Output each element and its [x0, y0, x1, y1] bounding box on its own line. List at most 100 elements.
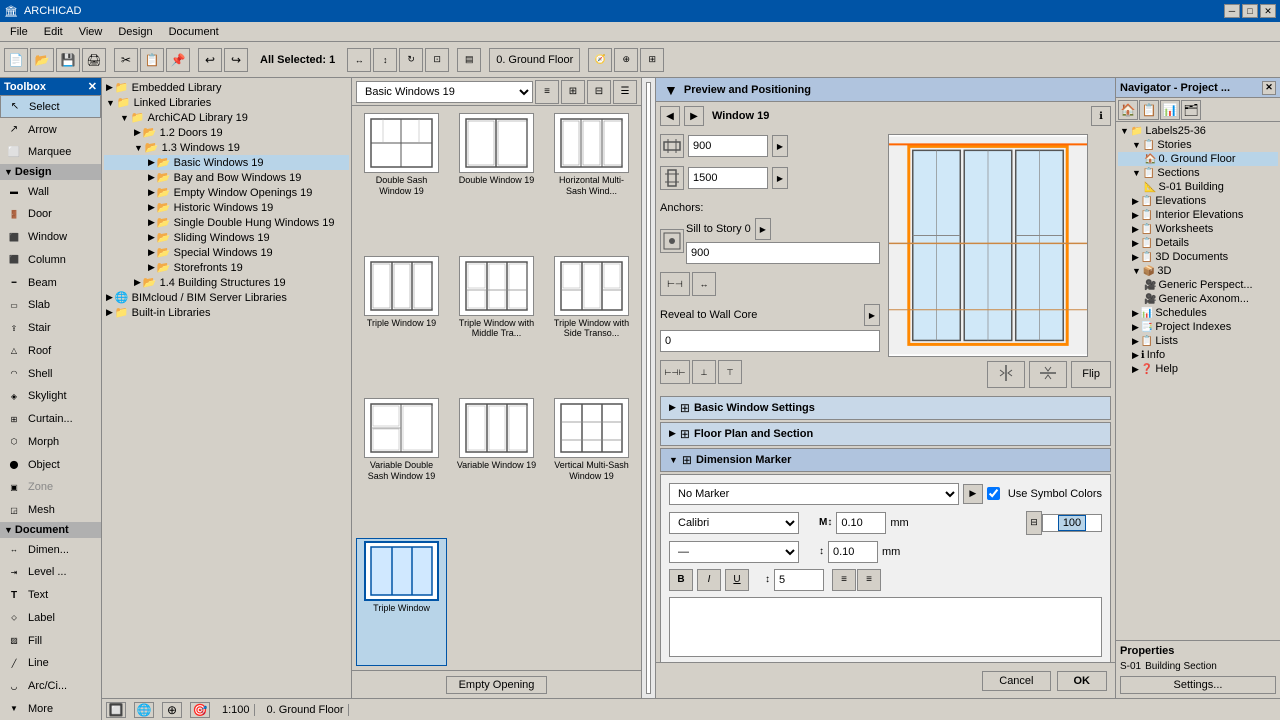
tool-door[interactable]: 🚪 Door [0, 203, 101, 226]
align-btn3[interactable]: ⊢⊣⊢ [660, 360, 690, 384]
reveal-input[interactable]: 0 [660, 330, 880, 352]
sill-input[interactable]: 900 [686, 242, 880, 264]
empty-opening-btn[interactable]: Empty Opening [446, 676, 548, 694]
flip-horiz-btn[interactable] [987, 361, 1025, 388]
tool-dimen[interactable]: ↔ Dimen... [0, 538, 101, 561]
gallery-view-list[interactable]: ≡ [535, 80, 559, 104]
align-btn1[interactable]: ⊢⊣ [660, 272, 690, 296]
tool-mesh[interactable]: ◲ Mesh [0, 499, 101, 522]
floor-plan-section[interactable]: ▶ ⊞ Floor Plan and Section [660, 422, 1111, 446]
status-btn3[interactable]: ⊕ [162, 702, 182, 718]
nav-ground-floor[interactable]: 🏠 0. Ground Floor [1118, 152, 1278, 166]
font-select[interactable]: Calibri [669, 512, 799, 534]
paste-btn[interactable]: 📌 [166, 48, 190, 72]
gallery-item-doublesash[interactable]: Double Sash Window 19 [356, 110, 447, 249]
height-arrow-btn[interactable]: ▶ [772, 167, 788, 189]
nav-tb-btn1[interactable]: 🏠 [1118, 100, 1138, 120]
tree-linked[interactable]: ▼ 📁 Linked Libraries [104, 95, 349, 110]
settings-btn[interactable]: Settings... [1120, 676, 1276, 694]
tool-marquee[interactable]: ⬜ Marquee [0, 141, 101, 164]
tree-doors[interactable]: ▶ 📂 1.2 Doors 19 [104, 125, 349, 140]
nav-threedocs[interactable]: ▶ 📋 3D Documents [1118, 250, 1278, 264]
tool-fill[interactable]: ▨ Fill [0, 629, 101, 652]
copy-btn[interactable]: 📋 [140, 48, 164, 72]
tool-roof[interactable]: △ Roof [0, 340, 101, 363]
tool-beam[interactable]: ━ Beam [0, 271, 101, 294]
height-input[interactable]: 1500 [688, 167, 768, 189]
italic-btn[interactable]: I [697, 569, 721, 591]
nav-genericaxon[interactable]: 🎥 Generic Axonom... [1118, 292, 1278, 306]
width-arrow-btn[interactable]: ▶ [772, 135, 788, 157]
no-marker-select[interactable]: No Marker [669, 483, 959, 505]
transform-btn2[interactable]: ↕ [373, 48, 397, 72]
font-select2[interactable]: — [669, 541, 799, 563]
print-btn[interactable]: 🖨 [82, 48, 106, 72]
view-options-btn[interactable]: ▤ [457, 48, 481, 72]
align-btn2[interactable]: ↔ [692, 272, 716, 296]
nav-projindexes[interactable]: ▶ 📑 Project Indexes [1118, 320, 1278, 334]
tree-embedded[interactable]: ▶ 📁 Embedded Library [104, 80, 349, 95]
transform-btn4[interactable]: ⊡ [425, 48, 449, 72]
tree-bimcloud[interactable]: ▶ 🌐 BIMcloud / BIM Server Libraries [104, 290, 349, 305]
menu-design[interactable]: Design [110, 24, 160, 40]
dm-anchor-btn[interactable]: ⊟ [1026, 511, 1042, 535]
next-btn[interactable]: ▶ [684, 106, 704, 126]
nav-elevations[interactable]: ▶ 📋 Elevations [1118, 194, 1278, 208]
nav-tb-btn4[interactable]: 🗂 [1181, 100, 1201, 120]
tree-building[interactable]: ▶ 📂 1.4 Building Structures 19 [104, 275, 349, 290]
tool-window[interactable]: ⬛ Window [0, 226, 101, 249]
nav-worksheets[interactable]: ▶ 📋 Worksheets [1118, 222, 1278, 236]
tree-emptywins[interactable]: ▶ 📂 Empty Window Openings 19 [104, 185, 349, 200]
size-input1[interactable]: 0.10 [836, 512, 886, 534]
gallery-view-grid-large[interactable]: ⊟ [587, 80, 611, 104]
status-btn4[interactable]: 🎯 [190, 702, 210, 718]
new-btn[interactable]: 📄 [4, 48, 28, 72]
tree-windows[interactable]: ▼ 📂 1.3 Windows 19 [104, 140, 349, 155]
toolbox-close[interactable]: ✕ [88, 80, 97, 93]
sill-arrow-btn[interactable]: ▶ [755, 218, 771, 240]
tree-baybow[interactable]: ▶ 📂 Bay and Bow Windows 19 [104, 170, 349, 185]
format-size-input[interactable]: 5 [774, 569, 824, 591]
tool-arrow[interactable]: ↗ Arrow [0, 118, 101, 141]
width-input[interactable]: 900 [688, 135, 768, 157]
tree-archicad[interactable]: ▼ 📁 ArchiCAD Library 19 [104, 110, 349, 125]
nav-tb-btn3[interactable]: 📊 [1160, 100, 1180, 120]
tool-wall[interactable]: ▬ Wall [0, 180, 101, 203]
gallery-item-horizontalmulti[interactable]: Horizontal Multi-Sash Wind... [546, 110, 637, 249]
flip-main-btn[interactable]: Flip [1071, 361, 1111, 388]
gallery-folder-select[interactable]: Basic Windows 19 [356, 81, 533, 103]
navigation-btn2[interactable]: ⊕ [614, 48, 638, 72]
nav-s01[interactable]: 📐 S-01 Building [1118, 180, 1278, 194]
section-document[interactable]: ▼ Document [0, 522, 101, 539]
tool-column[interactable]: ⬛ Column [0, 249, 101, 272]
marker-select-arrow[interactable]: ▶ [963, 484, 983, 504]
nav-stories[interactable]: ▼ 📋 Stories [1118, 138, 1278, 152]
nav-tb-btn2[interactable]: 📋 [1139, 100, 1159, 120]
gallery-item-tripleside[interactable]: Triple Window with Side Transo... [546, 253, 637, 392]
gallery-item-triplewin19[interactable]: Triple Window 19 [356, 253, 447, 392]
nav-labels[interactable]: ▼ 📁 Labels25-36 [1118, 124, 1278, 138]
tree-special[interactable]: ▶ 📂 Special Windows 19 [104, 245, 349, 260]
gallery-item-variabledouble[interactable]: Variable Double Sash Window 19 [356, 395, 447, 534]
navigator-close-btn[interactable]: ✕ [1262, 81, 1276, 95]
underline-btn[interactable]: U [725, 569, 749, 591]
tool-object[interactable]: ⬤ Object [0, 453, 101, 476]
tree-basicwin[interactable]: ▶ 📂 Basic Windows 19 [104, 155, 349, 170]
basic-window-settings-section[interactable]: ▶ ⊞ Basic Window Settings [660, 396, 1111, 420]
reveal-arrow-btn[interactable]: ▶ [864, 304, 880, 326]
cancel-btn[interactable]: Cancel [982, 671, 1050, 691]
tree-builtin[interactable]: ▶ 📁 Built-in Libraries [104, 305, 349, 320]
dimension-marker-section[interactable]: ▼ ⊞ Dimension Marker [660, 448, 1111, 472]
tool-line[interactable]: ╱ Line [0, 652, 101, 675]
tree-sliding[interactable]: ▶ 📂 Sliding Windows 19 [104, 230, 349, 245]
menu-edit[interactable]: Edit [36, 24, 71, 40]
tool-arc[interactable]: ◡ Arc/Ci... [0, 675, 101, 698]
gallery-item-doublewin[interactable]: Double Window 19 [451, 110, 542, 249]
canvas[interactable]: 0. Ground Floor [646, 82, 651, 694]
tree-singledouble[interactable]: ▶ 📂 Single Double Hung Windows 19 [104, 215, 349, 230]
gallery-item-triplemiddle[interactable]: Triple Window with Middle Tra... [451, 253, 542, 392]
tool-slab[interactable]: ▭ Slab [0, 294, 101, 317]
nav-threed[interactable]: ▼ 📦 3D [1118, 264, 1278, 278]
undo-btn[interactable]: ↩ [198, 48, 222, 72]
open-btn[interactable]: 📂 [30, 48, 54, 72]
